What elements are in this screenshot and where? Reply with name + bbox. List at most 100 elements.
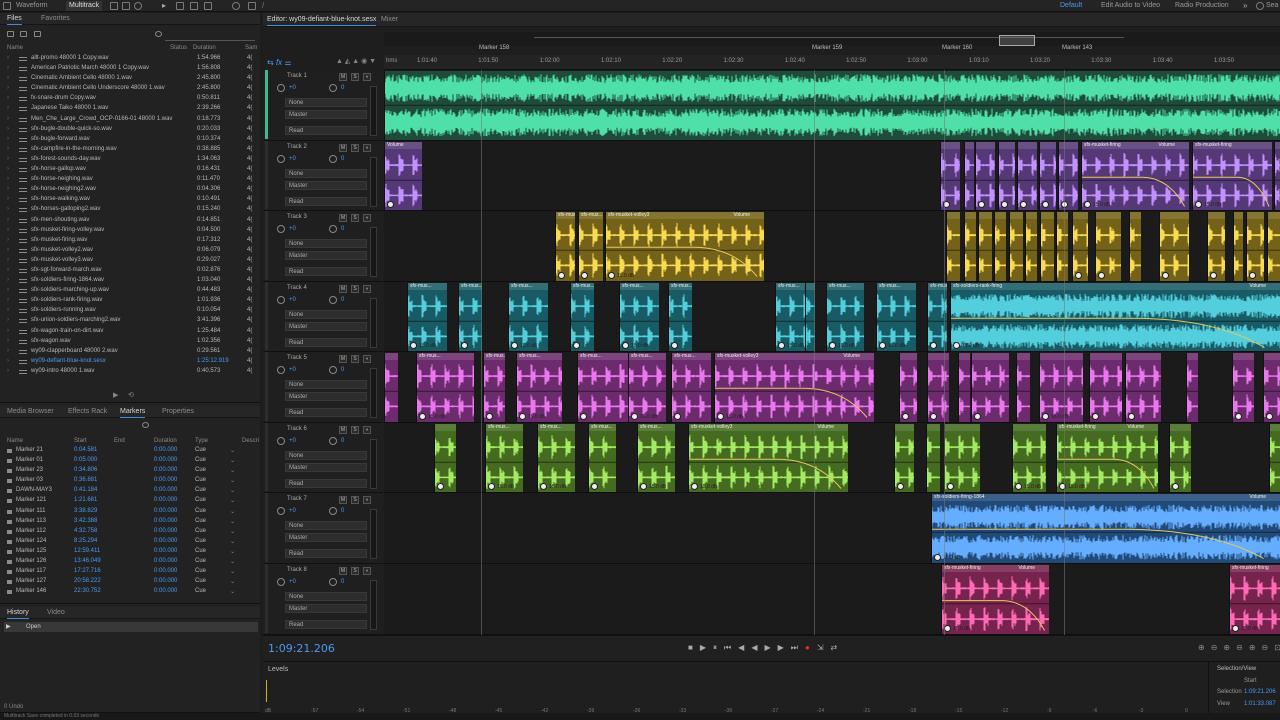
audio-clip[interactable] (1263, 353, 1280, 422)
audio-clip[interactable]: sfx-musket-volley3 Volume 15.0 dB (714, 353, 874, 422)
more-workspaces-icon[interactable]: » (1243, 2, 1251, 10)
marker-row[interactable]: Marker 23 0:34.806 0:00.000 Cue ⌄ (0, 466, 258, 476)
marker-duration[interactable]: 0:00.000 (154, 508, 177, 514)
clip-header[interactable] (1208, 212, 1225, 219)
clip-fx-icon[interactable] (1266, 412, 1273, 420)
mute-button[interactable]: M (339, 496, 347, 504)
mute-button[interactable]: M (339, 143, 347, 152)
clip-header[interactable]: sfx-mus... (672, 353, 711, 360)
files-search-icon[interactable] (155, 31, 162, 37)
marker-name[interactable]: Marker 125 (16, 548, 46, 554)
clip-header[interactable] (1090, 353, 1122, 360)
marker-start[interactable]: 8:25.294 (74, 538, 97, 544)
input-select[interactable]: None (285, 521, 367, 530)
volume-knob[interactable] (277, 84, 285, 92)
mcol-duration[interactable]: Duration (154, 438, 177, 444)
mute-button[interactable]: M (339, 214, 347, 222)
audio-clip[interactable]: sfx-mus... 15.0 dB (637, 423, 675, 492)
clip-fx-icon[interactable] (1001, 201, 1008, 208)
clip-header[interactable] (1233, 353, 1254, 360)
audio-clip[interactable] (1009, 212, 1023, 281)
marker-row[interactable]: Marker 126 13:46.049 0:00.000 Cue ⌄ (0, 557, 258, 567)
marker-type[interactable]: Cue (195, 518, 206, 524)
audio-clip[interactable]: sfx-mus... (555, 212, 575, 281)
clip-fx-icon[interactable] (1210, 271, 1217, 279)
clip-header[interactable]: sfx-mus... (877, 282, 916, 290)
clip-fx-icon[interactable] (930, 342, 937, 349)
marker-type[interactable]: Cue (195, 477, 206, 483)
file-row[interactable]: › wy09-clapperboard 48000 2.wav 0:29.561 4( (0, 347, 258, 357)
expand-arrow-icon[interactable]: › (7, 206, 9, 212)
track-header[interactable]: Track 2 M S ● +0 0 None Master Read (263, 140, 383, 211)
marker-duration[interactable]: 0:00.000 (154, 528, 177, 534)
clip-header[interactable]: sfx-mus... (459, 282, 482, 290)
clip-fx-icon[interactable] (573, 342, 580, 349)
file-row[interactable]: › sfx-horse-walking.wav 0:10.491 4( (0, 195, 258, 205)
pitch-icon[interactable] (122, 2, 130, 10)
output-select[interactable]: Master (285, 603, 367, 613)
expand-arrow-icon[interactable]: › (7, 186, 9, 192)
expand-arrow-icon[interactable]: › (7, 247, 9, 253)
file-row[interactable]: › Japanese Taiko 48000 1.wav 2:39.266 4( (0, 104, 258, 114)
clip-fx-icon[interactable] (387, 201, 394, 208)
volume-knob[interactable] (277, 507, 285, 515)
file-row[interactable]: › sfx-soldiers-firing-1864.wav 1:03.040 4( (0, 276, 258, 286)
audio-clip[interactable] (998, 141, 1015, 210)
pan-value[interactable]: 0 (341, 508, 344, 514)
clip-fx-icon[interactable] (622, 342, 629, 349)
audio-clip[interactable] (964, 212, 976, 281)
clip-fx-icon[interactable] (1020, 201, 1027, 208)
clip-header[interactable]: sfx-mus... (509, 282, 548, 290)
col-status[interactable]: Status (170, 45, 187, 51)
mcol-start[interactable]: Start (74, 438, 87, 444)
tab-mixer[interactable]: Mixer (381, 16, 398, 23)
clip-header[interactable] (1018, 141, 1037, 149)
clip-fx-icon[interactable] (879, 342, 886, 349)
clip-fx-icon[interactable] (640, 483, 647, 490)
marker-row[interactable]: Marker 03 0:36.881 0:00.000 Cue ⌄ (0, 476, 258, 486)
mute-button[interactable]: M (339, 284, 347, 293)
clip-fx-icon[interactable] (944, 625, 951, 632)
chevron-down-icon[interactable]: ⌄ (230, 477, 235, 484)
volume-knob[interactable] (277, 577, 285, 586)
marker-duration[interactable]: 0:00.000 (154, 447, 177, 453)
marker-type[interactable]: Cue (195, 568, 206, 574)
track-toolbar-icons[interactable]: ⇆ fx ⚌ (267, 58, 292, 67)
tab-media-browser[interactable]: Media Browser (7, 408, 54, 415)
marker-type[interactable]: Cue (195, 497, 206, 503)
marker-name[interactable]: Marker 23 (16, 467, 43, 473)
clip-fx-icon[interactable] (1092, 412, 1099, 420)
clip-fx-icon[interactable] (934, 553, 941, 561)
solo-button[interactable]: S (351, 284, 359, 293)
clip-fx-icon[interactable] (437, 483, 444, 490)
marker-row[interactable]: Marker 124 8:25.294 0:00.000 Cue ⌄ (0, 537, 258, 547)
expand-arrow-icon[interactable]: › (7, 85, 9, 91)
expand-arrow-icon[interactable]: › (7, 136, 9, 142)
brush-icon[interactable]: / (262, 2, 270, 10)
file-row[interactable]: › sfx-sgt-forward-march.wav 0:02.876 4( (0, 266, 258, 276)
expand-arrow-icon[interactable]: › (7, 297, 9, 303)
clip-fx-icon[interactable] (829, 342, 836, 349)
automation-mode-select[interactable]: Read (285, 549, 367, 558)
automation-mode-select[interactable]: Read (285, 408, 367, 417)
tab-favorites[interactable]: Favorites (41, 15, 70, 22)
audio-clip[interactable]: sfx-mus... (578, 212, 603, 281)
clip-fx-icon[interactable] (511, 342, 518, 349)
clip-fx-icon[interactable] (1042, 201, 1049, 208)
clip-fx-icon[interactable] (1235, 412, 1242, 420)
audio-clip[interactable]: sfx-mus... 15.0 dB (516, 353, 562, 422)
output-select[interactable]: Master (285, 392, 367, 401)
marker-start[interactable]: 12:59.411 (74, 548, 100, 554)
marker-name[interactable]: Marker 121 (16, 497, 46, 503)
marker-row[interactable]: Marker 01 0:05.000 0:00.000 Cue ⌄ (0, 456, 258, 466)
clip-header[interactable] (1041, 212, 1054, 219)
audio-clip[interactable] (1169, 423, 1191, 492)
clip-fx-icon[interactable] (1084, 201, 1091, 208)
clip-header[interactable] (1234, 212, 1243, 219)
output-select[interactable]: Master (285, 251, 367, 260)
clip-header[interactable] (1013, 423, 1046, 431)
clip-header[interactable] (1010, 212, 1023, 219)
clip-fx-icon[interactable] (1128, 412, 1135, 420)
expand-arrow-icon[interactable]: › (7, 75, 9, 81)
clip-header[interactable] (1275, 141, 1280, 149)
